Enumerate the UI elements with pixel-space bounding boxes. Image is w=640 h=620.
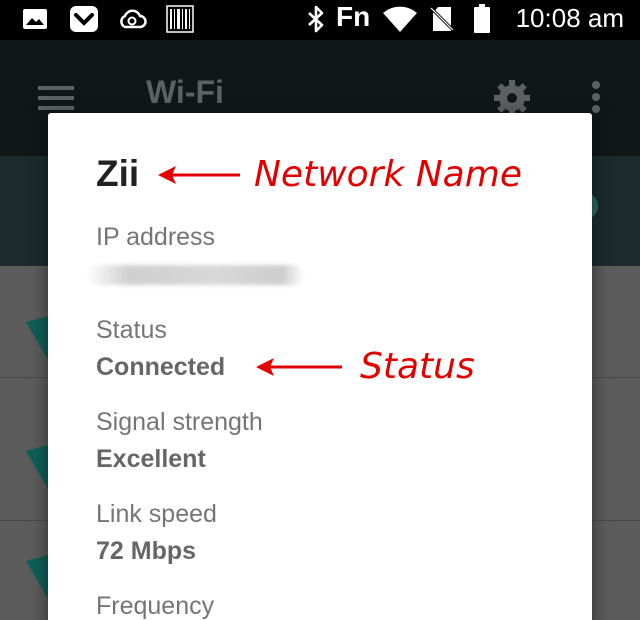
clock: 10:08 am [515, 3, 624, 33]
ip-address-label: IP address [96, 223, 216, 251]
barcode-icon [164, 4, 196, 34]
wifi-icon [382, 4, 418, 34]
link-speed-label: Link speed [96, 500, 217, 528]
image-icon [20, 4, 50, 34]
no-sim-icon [428, 4, 456, 34]
link-speed-value: 72 Mbps [96, 537, 197, 565]
battery-icon [470, 4, 494, 34]
app-title: Wi-Fi [146, 74, 224, 110]
more-vert-icon[interactable] [590, 80, 602, 119]
annotation-arrow-network-name [158, 166, 240, 184]
status-value: Connected [96, 353, 226, 381]
annotation-network-name: Network Name [254, 154, 522, 195]
network-name: Zii [96, 153, 140, 194]
status-bar: Fn 10:08 am [0, 0, 640, 40]
status-label: Status [96, 316, 167, 344]
signal-strength-value: Excellent [96, 445, 206, 473]
pocket-icon [68, 4, 100, 34]
signal-strength-label: Signal strength [96, 408, 263, 436]
fn-indicator: Fn [336, 1, 371, 32]
annotation-status: Status [360, 346, 475, 387]
annotation-arrow-status [256, 358, 342, 376]
frequency-label: Frequency [96, 592, 215, 620]
cloud-sync-icon [116, 4, 148, 34]
ip-address-value-redacted [86, 265, 304, 285]
bluetooth-icon [304, 4, 328, 34]
